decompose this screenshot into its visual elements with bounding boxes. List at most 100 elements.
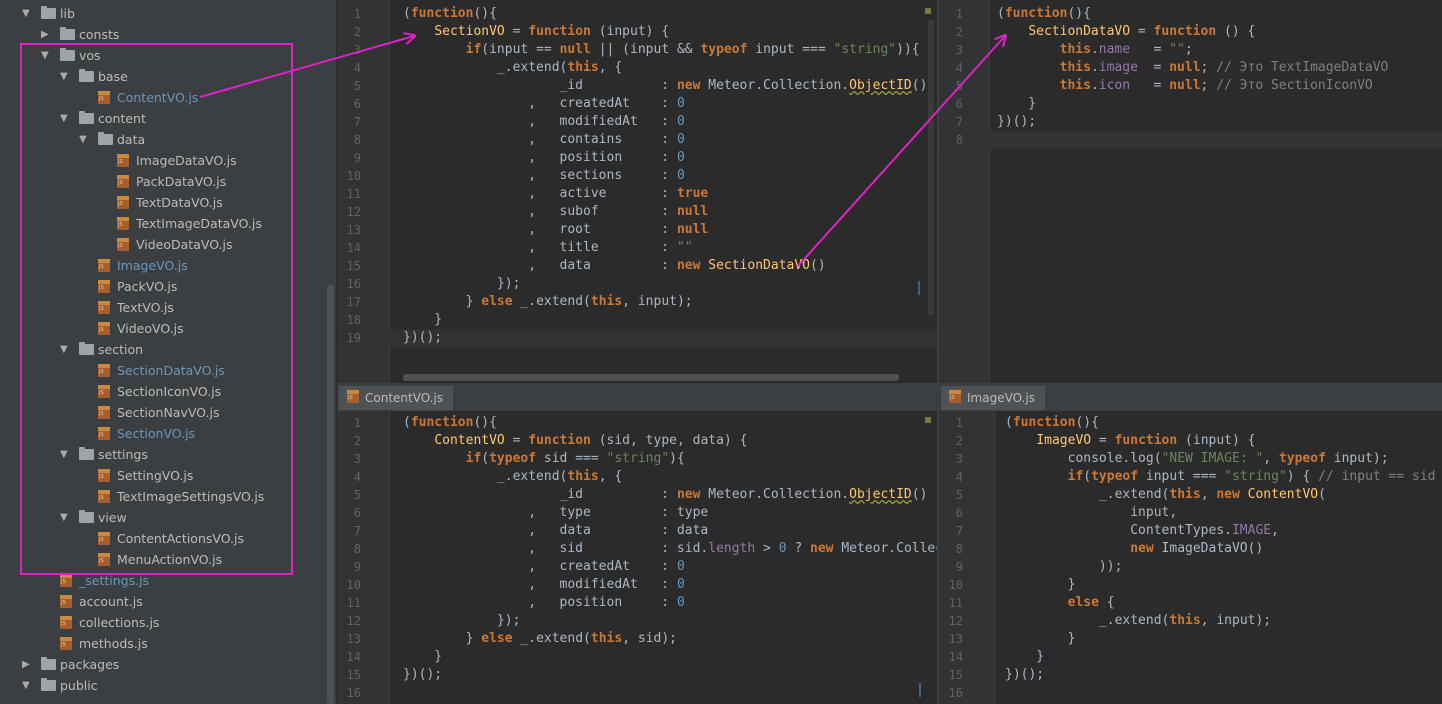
editor-image-vo[interactable]: 1 (function(){2 ImageVO = function (input…: [939, 411, 1442, 704]
code-line[interactable]: , createdAt : 0: [403, 558, 685, 576]
code-line[interactable]: if(input == null || (input && typeof inp…: [403, 41, 920, 59]
line-number: 13: [948, 632, 963, 646]
line-number: 6: [955, 97, 963, 111]
chevron-right-icon[interactable]: ▶: [22, 654, 32, 675]
code-line[interactable]: SectionDataVO = function () {: [997, 23, 1255, 41]
code-line[interactable]: }: [1005, 576, 1076, 594]
editor-section-vo[interactable]: 1 (function(){2 SectionVO = function (inp…: [337, 0, 937, 383]
code-line[interactable]: });: [403, 275, 521, 293]
code-line[interactable]: if(typeof sid === "string"){: [403, 450, 685, 468]
code-line[interactable]: } else _.extend(this, input);: [403, 293, 693, 311]
line-number: 6: [955, 506, 963, 520]
code-line[interactable]: _id : new Meteor.Collection.ObjectID(): [403, 486, 928, 504]
code-line[interactable]: , modifiedAt : 0: [403, 113, 685, 131]
code-line[interactable]: _.extend(this, input);: [1005, 612, 1271, 630]
code-line[interactable]: , title : "": [403, 239, 692, 257]
line-number: 15: [346, 259, 361, 273]
code-line[interactable]: }: [1005, 630, 1076, 648]
code-line[interactable]: , type : type: [403, 504, 708, 522]
code-line[interactable]: , position : 0: [403, 149, 685, 167]
js-file-icon: [347, 390, 359, 403]
horizontal-splitter[interactable]: [337, 383, 1442, 385]
code-line[interactable]: if(typeof input === "string") { // input…: [1005, 468, 1436, 486]
code-line[interactable]: })();: [997, 113, 1036, 131]
js-file-icon: [60, 616, 72, 629]
code-line[interactable]: (function(){: [997, 5, 1091, 23]
horizontal-scrollbar[interactable]: [403, 374, 899, 381]
code-line[interactable]: ImageVO = function (input) {: [1005, 432, 1255, 450]
line-number: 9: [353, 560, 361, 574]
folder-icon: [60, 27, 75, 40]
tree-item[interactable]: ▶ consts: [0, 24, 330, 45]
vertical-splitter[interactable]: [937, 0, 939, 704]
code-line[interactable]: (function(){: [403, 414, 497, 432]
code-line[interactable]: } else _.extend(this, sid);: [403, 630, 677, 648]
line-number: 14: [346, 650, 361, 664]
tree-scrollbar[interactable]: [327, 285, 334, 704]
tree-item[interactable]: collections.js: [0, 612, 330, 633]
code-line[interactable]: })();: [403, 666, 442, 684]
line-number: 3: [353, 43, 361, 57]
code-line[interactable]: , sid : sid.length > 0 ? new Meteor.Coll…: [403, 540, 937, 558]
line-number: 12: [346, 614, 361, 628]
code-line[interactable]: , createdAt : 0: [403, 95, 685, 113]
code-line[interactable]: input,: [1005, 504, 1177, 522]
code-line[interactable]: , position : 0: [403, 594, 685, 612]
code-line[interactable]: , data : data: [403, 522, 708, 540]
code-line[interactable]: , data : new SectionDataVO(): [403, 257, 825, 275]
line-number: 6: [353, 506, 361, 520]
tree-item-label: consts: [79, 27, 120, 42]
code-line[interactable]: }: [403, 648, 442, 666]
inspection-indicator-icon: [925, 417, 931, 423]
tree-item[interactable]: ▼ public: [0, 675, 330, 696]
code-line[interactable]: (function(){: [1005, 414, 1099, 432]
code-line[interactable]: , sections : 0: [403, 167, 685, 185]
code-line[interactable]: this.image = null; // Это TextImageDataV…: [997, 59, 1389, 77]
chevron-down-icon[interactable]: ▼: [22, 675, 32, 696]
editor-content-vo[interactable]: 1 (function(){2 ContentVO = function (sid…: [337, 411, 937, 704]
code-line[interactable]: else {: [1005, 594, 1115, 612]
line-number: 11: [346, 596, 361, 610]
code-line[interactable]: new ImageDataVO(): [1005, 540, 1263, 558]
code-line[interactable]: }: [403, 311, 442, 329]
js-file-icon: [949, 390, 961, 403]
tree-item[interactable]: ▶ packages: [0, 654, 330, 675]
code-line[interactable]: _id : new Meteor.Collection.ObjectID(): [403, 77, 928, 95]
code-line[interactable]: (function(){: [403, 5, 497, 23]
chevron-down-icon[interactable]: ▼: [22, 3, 32, 24]
code-line[interactable]: ContentVO = function (sid, type, data) {: [403, 432, 747, 450]
tree-item[interactable]: methods.js: [0, 633, 330, 654]
code-line[interactable]: ));: [1005, 558, 1123, 576]
annotation-box: [20, 43, 293, 575]
tree-item[interactable]: ▼ lib: [0, 3, 330, 24]
code-line[interactable]: })();: [1005, 666, 1044, 684]
code-line[interactable]: console.log("NEW IMAGE: ", typeof input)…: [1005, 450, 1389, 468]
code-line[interactable]: _.extend(this, new ContentVO(: [1005, 486, 1326, 504]
line-number: 2: [955, 25, 963, 39]
line-number: 1: [955, 416, 963, 430]
chevron-right-icon[interactable]: ▶: [41, 24, 51, 45]
code-line[interactable]: }: [1005, 648, 1044, 666]
tree-item[interactable]: account.js: [0, 591, 330, 612]
code-line[interactable]: }: [997, 95, 1036, 113]
caret-marker: [918, 281, 920, 295]
code-line[interactable]: SectionVO = function (input) {: [403, 23, 669, 41]
tree-item-label: public: [60, 678, 98, 693]
code-line[interactable]: , root : null: [403, 221, 708, 239]
code-line[interactable]: _.extend(this, {: [403, 59, 622, 77]
code-line[interactable]: ContentTypes.IMAGE,: [1005, 522, 1279, 540]
code-line[interactable]: this.icon = null; // Это SectionIconVO: [997, 77, 1373, 95]
code-line[interactable]: _.extend(this, {: [403, 468, 622, 486]
line-number: 16: [346, 686, 361, 700]
code-line[interactable]: })();: [403, 329, 442, 347]
tab-content-vo[interactable]: ContentVO.js: [339, 386, 464, 410]
code-line[interactable]: });: [403, 612, 521, 630]
vertical-scrollbar[interactable]: [928, 20, 934, 315]
code-line[interactable]: , active : true: [403, 185, 708, 203]
code-line[interactable]: , modifiedAt : 0: [403, 576, 685, 594]
code-line[interactable]: , contains : 0: [403, 131, 685, 149]
tab-image-vo[interactable]: ImageVO.js: [941, 386, 1045, 410]
code-line[interactable]: this.name = "";: [997, 41, 1193, 59]
editor-section-data-vo[interactable]: 1 (function(){2 SectionDataVO = function …: [939, 0, 1442, 383]
code-line[interactable]: , subof : null: [403, 203, 708, 221]
